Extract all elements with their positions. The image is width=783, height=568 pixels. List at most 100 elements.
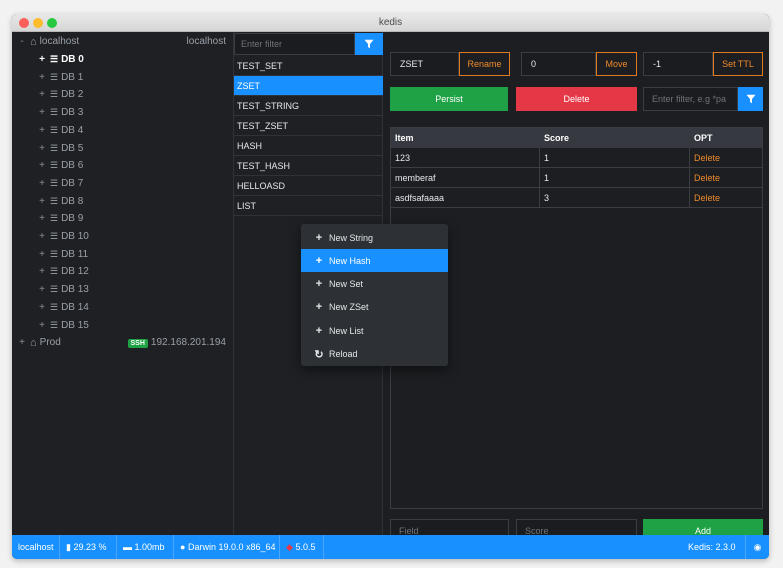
db-label: DB 1 bbox=[61, 71, 84, 83]
menu-item-new-string[interactable]: + New String bbox=[301, 226, 448, 249]
db-index-field[interactable]: 0 bbox=[521, 52, 596, 76]
db-item[interactable]: + ☰ DB 13 bbox=[12, 281, 234, 299]
connection-host-address: 192.168.201.194 bbox=[150, 337, 226, 349]
expand-toggle-icon[interactable]: + bbox=[37, 284, 47, 295]
menu-item-label: New List bbox=[329, 325, 364, 336]
expand-toggle-icon[interactable]: + bbox=[37, 178, 47, 189]
menu-item-new-list[interactable]: + New List bbox=[301, 319, 448, 342]
menu-item-new-zset[interactable]: + New ZSet bbox=[301, 296, 448, 319]
ssh-badge: SSH bbox=[127, 339, 148, 349]
connection-name: Prod bbox=[39, 337, 61, 349]
expand-toggle-icon[interactable]: + bbox=[37, 107, 47, 118]
expand-toggle-icon[interactable]: + bbox=[37, 231, 47, 242]
key-item[interactable]: HELLOASD bbox=[234, 176, 383, 196]
expand-toggle-icon[interactable]: + bbox=[37, 89, 47, 100]
connection-localhost[interactable]: - ⌂ localhost localhost bbox=[12, 33, 234, 51]
key-filter-button[interactable] bbox=[355, 33, 383, 55]
menu-item-label: New Set bbox=[329, 279, 364, 290]
set-ttl-button[interactable]: Set TTL bbox=[713, 52, 763, 76]
member-filter-input[interactable] bbox=[643, 87, 738, 111]
column-header-opt: OPT bbox=[690, 128, 762, 148]
db-item[interactable]: + ☰ DB 10 bbox=[12, 228, 234, 246]
cpu-icon: ▮ bbox=[66, 542, 71, 552]
expand-toggle-icon[interactable]: + bbox=[37, 302, 47, 313]
status-bar: localhost ▮ 29.23 % ▬ 1.00mb ● Darwin 19… bbox=[12, 535, 769, 559]
key-name-field[interactable]: ZSET bbox=[390, 52, 459, 76]
db-item[interactable]: + ☰ DB 6 bbox=[12, 157, 234, 175]
db-item[interactable]: + ☰ DB 12 bbox=[12, 263, 234, 281]
status-memory-value: 1.00mb bbox=[134, 542, 165, 552]
db-label: DB 8 bbox=[61, 195, 84, 207]
menu-item-new-hash[interactable]: + New Hash bbox=[301, 249, 448, 273]
expand-toggle-icon[interactable]: + bbox=[37, 143, 47, 154]
delete-member-link[interactable]: Delete bbox=[690, 148, 762, 168]
database-icon: ☰ bbox=[50, 195, 59, 206]
expand-toggle-icon[interactable]: + bbox=[17, 337, 27, 348]
db-item[interactable]: + ☰ DB 2 bbox=[12, 86, 234, 104]
database-icon: ☰ bbox=[50, 301, 59, 312]
delete-member-link[interactable]: Delete bbox=[690, 188, 762, 208]
expand-toggle-icon[interactable]: + bbox=[37, 196, 47, 207]
database-icon: ☰ bbox=[50, 54, 59, 65]
expand-toggle-icon[interactable]: + bbox=[37, 72, 47, 83]
status-app-version: Kedis: 2.3.0 bbox=[682, 535, 746, 559]
delete-key-button[interactable]: Delete bbox=[516, 87, 637, 111]
db-item[interactable]: + ☰ DB 5 bbox=[12, 139, 234, 157]
db-item[interactable]: + ☰ DB 8 bbox=[12, 192, 234, 210]
database-icon: ☰ bbox=[50, 160, 59, 171]
member-filter-button[interactable] bbox=[738, 87, 763, 111]
db-label: DB 5 bbox=[61, 142, 84, 154]
db-item[interactable]: + ☰ DB 0 bbox=[12, 51, 234, 69]
move-button[interactable]: Move bbox=[596, 52, 637, 76]
key-item[interactable]: ZSET bbox=[234, 76, 383, 96]
key-filter-input[interactable] bbox=[234, 33, 355, 55]
redis-icon: ◆ bbox=[286, 542, 293, 552]
column-header-score: Score bbox=[540, 128, 690, 148]
expand-toggle-icon[interactable]: - bbox=[17, 36, 27, 47]
status-cpu-value: 29.23 % bbox=[73, 542, 107, 552]
status-cpu: ▮ 29.23 % bbox=[60, 535, 117, 559]
connection-prod[interactable]: + ⌂ Prod SSH 192.168.201.194 bbox=[12, 334, 234, 352]
db-item[interactable]: + ☰ DB 7 bbox=[12, 175, 234, 193]
plus-icon: + bbox=[315, 301, 323, 314]
db-item[interactable]: + ☰ DB 11 bbox=[12, 245, 234, 263]
expand-toggle-icon[interactable]: + bbox=[37, 320, 47, 331]
db-label: DB 6 bbox=[61, 160, 84, 172]
db-item[interactable]: + ☰ DB 14 bbox=[12, 299, 234, 317]
expand-toggle-icon[interactable]: + bbox=[37, 125, 47, 136]
menu-item-label: New String bbox=[329, 232, 374, 243]
db-item[interactable]: + ☰ DB 9 bbox=[12, 210, 234, 228]
database-icon: ☰ bbox=[50, 319, 59, 330]
connection-host-address: localhost bbox=[186, 36, 226, 48]
status-memory: ▬ 1.00mb bbox=[117, 535, 174, 559]
expand-toggle-icon[interactable]: + bbox=[37, 54, 47, 65]
table-row: memberaf 1 Delete bbox=[391, 168, 762, 188]
cell-item: asdfsafaaaa bbox=[391, 188, 540, 208]
database-icon: ☰ bbox=[50, 213, 59, 224]
menu-item-new-set[interactable]: + New Set bbox=[301, 273, 448, 296]
db-item[interactable]: + ☰ DB 1 bbox=[12, 68, 234, 86]
key-item[interactable]: LIST bbox=[234, 196, 383, 216]
plus-icon: + bbox=[315, 231, 323, 244]
key-item[interactable]: TEST_HASH bbox=[234, 156, 383, 176]
expand-toggle-icon[interactable]: + bbox=[37, 160, 47, 171]
key-item[interactable]: TEST_STRING bbox=[234, 96, 383, 116]
menu-item-reload[interactable]: ↻ Reload bbox=[301, 343, 448, 366]
window-title: kedis bbox=[378, 17, 403, 28]
db-item[interactable]: + ☰ DB 4 bbox=[12, 122, 234, 140]
ttl-field[interactable]: -1 bbox=[643, 52, 713, 76]
expand-toggle-icon[interactable]: + bbox=[37, 266, 47, 277]
rename-button[interactable]: Rename bbox=[459, 52, 510, 76]
delete-member-link[interactable]: Delete bbox=[690, 168, 762, 188]
persist-button[interactable]: Persist bbox=[390, 87, 508, 111]
expand-toggle-icon[interactable]: + bbox=[37, 213, 47, 224]
key-item[interactable]: TEST_ZSET bbox=[234, 116, 383, 136]
key-item[interactable]: HASH bbox=[234, 136, 383, 156]
db-item[interactable]: + ☰ DB 15 bbox=[12, 316, 234, 334]
db-label: DB 9 bbox=[61, 213, 84, 225]
key-item[interactable]: TEST_SET bbox=[234, 56, 383, 76]
expand-toggle-icon[interactable]: + bbox=[37, 249, 47, 260]
github-button[interactable]: ◉ bbox=[746, 535, 769, 559]
status-os-value: Darwin 19.0.0 x86_64 bbox=[187, 542, 276, 552]
db-item[interactable]: + ☰ DB 3 bbox=[12, 104, 234, 122]
